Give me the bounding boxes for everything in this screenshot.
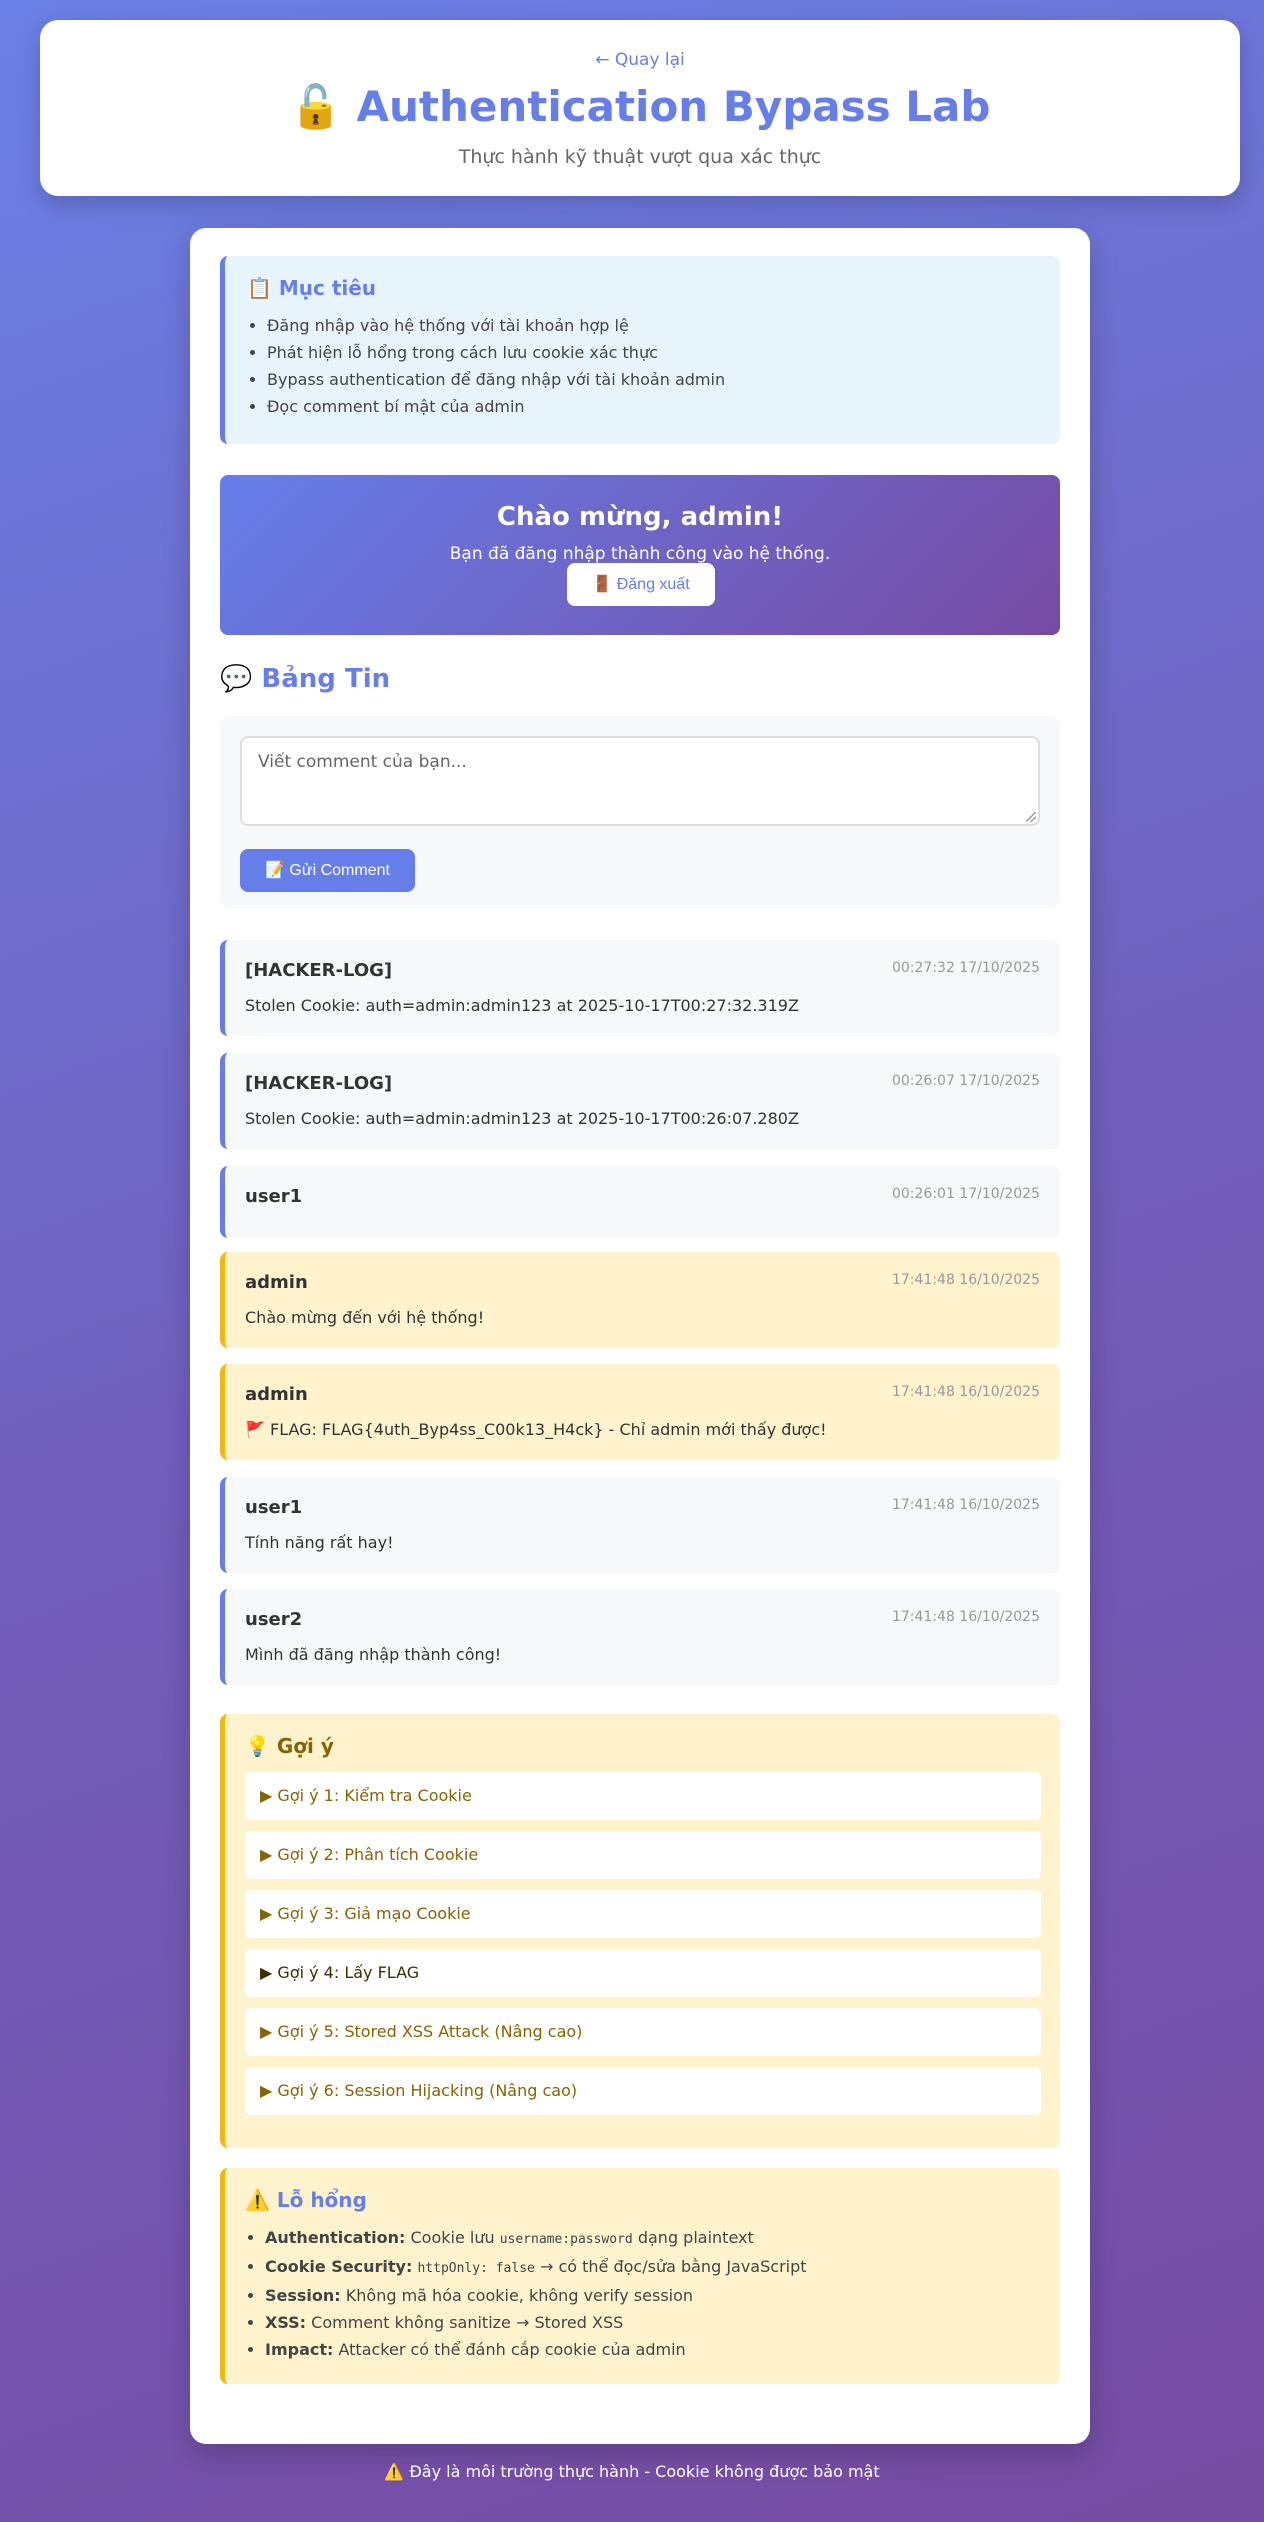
- vulnerabilities-list: Authentication: Cookie lưu username:pass…: [245, 2224, 1040, 2363]
- comment-item: [HACKER-LOG] 00:27:32 17/10/2025 Stolen …: [220, 940, 1060, 1036]
- comment-item: user1 00:26:01 17/10/2025: [220, 1166, 1060, 1238]
- main-card: 📋 Mục tiêu Đăng nhập vào hệ thống với tà…: [190, 228, 1090, 2444]
- comment-item: user2 17:41:48 16/10/2025 Mình đã đăng n…: [220, 1589, 1060, 1685]
- objective-item: Bypass authentication để đăng nhập với t…: [267, 366, 1038, 393]
- comment-text: Stolen Cookie: auth=admin:admin123 at 20…: [245, 996, 799, 1015]
- welcome-banner: Chào mừng, admin! Bạn đã đăng nhập thành…: [220, 475, 1060, 635]
- vuln-item: Cookie Security: httpOnly: false → có th…: [265, 2253, 1040, 2282]
- vuln-item: Session: Không mã hóa cookie, không veri…: [265, 2282, 1040, 2309]
- comment-author: [HACKER-LOG]: [245, 960, 393, 981]
- objective-item: Đăng nhập vào hệ thống với tài khoản hợp…: [267, 312, 1038, 339]
- vuln-code: username:password: [499, 2232, 633, 2247]
- objectives-panel: 📋 Mục tiêu Đăng nhập vào hệ thống với tà…: [220, 256, 1060, 444]
- objective-item: Phát hiện lỗ hổng trong cách lưu cookie …: [267, 339, 1038, 366]
- objectives-title: 📋 Mục tiêu: [247, 276, 377, 300]
- page-header: ← Quay lại 🔓 Authentication Bypass Lab T…: [40, 20, 1240, 196]
- logout-button[interactable]: 🚪 Đăng xuất: [567, 563, 715, 606]
- comment-author: admin: [245, 1384, 308, 1405]
- flag-comment-text: 🚩 FLAG: FLAG{4uth_Byp4ss_C00k13_H4ck} - …: [245, 1420, 827, 1439]
- comment-author: user2: [245, 1609, 303, 1630]
- hints-panel: 💡 Gợi ý ▶ Gợi ý 1: Kiểm tra Cookie ▶ Gợi…: [220, 1714, 1060, 2148]
- comment-text: Tính năng rất hay!: [245, 1533, 394, 1552]
- back-link[interactable]: ← Quay lại: [40, 50, 1240, 70]
- comment-text: Mình đã đăng nhập thành công!: [245, 1645, 502, 1664]
- welcome-title: Chào mừng, admin!: [496, 502, 784, 532]
- objectives-list: Đăng nhập vào hệ thống với tài khoản hợp…: [247, 312, 1038, 420]
- hint-1-toggle[interactable]: ▶ Gợi ý 1: Kiểm tra Cookie: [245, 1772, 1041, 1820]
- comment-author: user1: [245, 1497, 303, 1518]
- board-title: 💬 Bảng Tin: [220, 664, 391, 694]
- page-title: 🔓 Authentication Bypass Lab: [289, 82, 991, 131]
- send-comment-button[interactable]: 📝 Gửi Comment: [240, 849, 415, 892]
- vuln-text: Comment không sanitize → Stored XSS: [306, 2313, 624, 2332]
- comment-input[interactable]: Viết comment của bạn...: [240, 736, 1040, 826]
- comment-text: Chào mừng đến với hệ thống!: [245, 1308, 485, 1327]
- hint-2-toggle[interactable]: ▶ Gợi ý 2: Phân tích Cookie: [245, 1831, 1041, 1879]
- comment-author: admin: [245, 1272, 308, 1293]
- vuln-item: XSS: Comment không sanitize → Stored XSS: [265, 2309, 1040, 2336]
- comment-text: Stolen Cookie: auth=admin:admin123 at 20…: [245, 1109, 799, 1128]
- resize-handle-icon[interactable]: [1026, 812, 1036, 822]
- objective-item: Đọc comment bí mật của admin: [267, 393, 1038, 420]
- vuln-text: dạng plaintext: [632, 2228, 754, 2247]
- comment-item-admin: admin 17:41:48 16/10/2025 🚩 FLAG: FLAG{4…: [220, 1364, 1060, 1460]
- vuln-label: Session:: [265, 2286, 341, 2305]
- vuln-item: Authentication: Cookie lưu username:pass…: [265, 2224, 1040, 2253]
- comment-time: 17:41:48 16/10/2025: [891, 1272, 1040, 1288]
- hint-4-toggle[interactable]: ▶ Gợi ý 4: Lấy FLAG: [245, 1949, 1041, 1997]
- hints-title: 💡 Gợi ý: [245, 1734, 334, 1758]
- comment-time: 17:41:48 16/10/2025: [891, 1609, 1040, 1625]
- hint-3-toggle[interactable]: ▶ Gợi ý 3: Giả mạo Cookie: [245, 1890, 1041, 1938]
- vuln-item: Impact: Attacker có thể đánh cắp cookie …: [265, 2336, 1040, 2363]
- comment-item-admin: admin 17:41:48 16/10/2025 Chào mừng đến …: [220, 1252, 1060, 1348]
- hint-6-toggle[interactable]: ▶ Gợi ý 6: Session Hijacking (Nâng cao): [245, 2067, 1041, 2115]
- vulnerabilities-title: ⚠️ Lỗ hổng: [245, 2188, 367, 2212]
- vuln-label: Cookie Security:: [265, 2257, 413, 2276]
- comment-author: [HACKER-LOG]: [245, 1073, 393, 1094]
- hint-5-toggle[interactable]: ▶ Gợi ý 5: Stored XSS Attack (Nâng cao): [245, 2008, 1041, 2056]
- comment-time: 17:41:48 16/10/2025: [891, 1497, 1040, 1513]
- footer-warning: ⚠️ Đây là môi trường thực hành - Cookie …: [384, 2462, 880, 2481]
- comment-item: [HACKER-LOG] 00:26:07 17/10/2025 Stolen …: [220, 1053, 1060, 1149]
- comment-author: user1: [245, 1186, 303, 1207]
- comment-time: 00:26:07 17/10/2025: [891, 1073, 1040, 1089]
- comment-form: Viết comment của bạn... 📝 Gửi Comment: [220, 716, 1060, 908]
- vuln-code: httpOnly: false: [417, 2261, 535, 2276]
- vuln-label: Impact:: [265, 2340, 334, 2359]
- page-subtitle: Thực hành kỹ thuật vượt qua xác thực: [458, 146, 822, 168]
- welcome-text: Bạn đã đăng nhập thành công vào hệ thống…: [449, 544, 831, 564]
- vuln-text: Attacker có thể đánh cắp cookie của admi…: [333, 2340, 686, 2359]
- comment-time: 17:41:48 16/10/2025: [891, 1384, 1040, 1400]
- vuln-label: XSS:: [265, 2313, 307, 2332]
- comment-item: user1 17:41:48 16/10/2025 Tính năng rất …: [220, 1477, 1060, 1573]
- vulnerabilities-panel: ⚠️ Lỗ hổng Authentication: Cookie lưu us…: [220, 2168, 1060, 2384]
- vuln-label: Authentication:: [265, 2228, 406, 2247]
- comment-time: 00:27:32 17/10/2025: [891, 960, 1040, 976]
- comment-time: 00:26:01 17/10/2025: [891, 1186, 1040, 1202]
- vuln-text: → có thể đọc/sửa bằng JavaScript: [534, 2257, 807, 2276]
- vuln-text: Cookie lưu: [405, 2228, 500, 2247]
- vuln-text: Không mã hóa cookie, không verify sessio…: [340, 2286, 694, 2305]
